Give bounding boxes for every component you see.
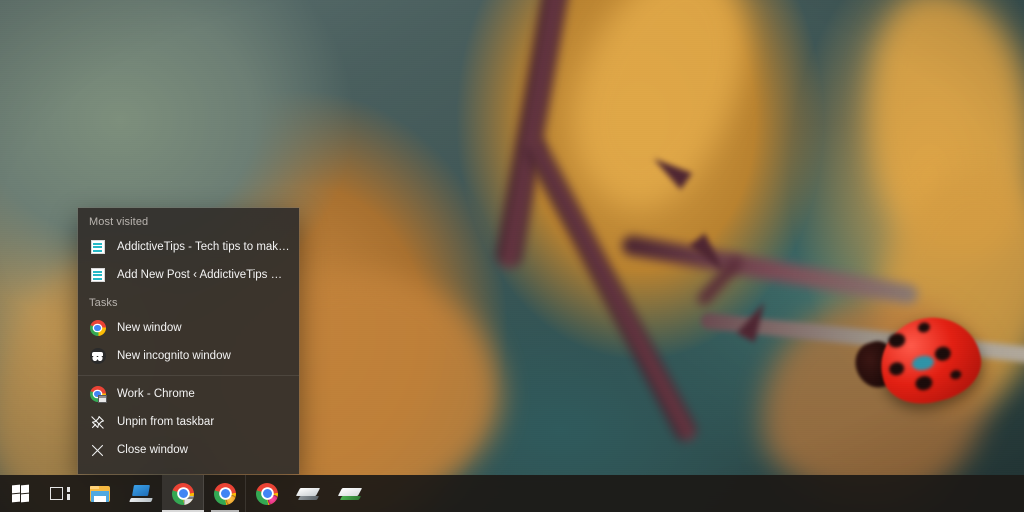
jumplist-section-title-most-visited: Most visited — [89, 216, 149, 228]
jumplist-item-label: AddictiveTips - Tech tips to make you... — [117, 241, 291, 253]
incognito-icon — [89, 348, 106, 365]
jumplist-item-most-visited-1[interactable]: Add New Post ‹ AddictiveTips — Word... — [78, 261, 299, 289]
chrome-button-2[interactable] — [204, 475, 246, 512]
unpin-icon — [89, 414, 106, 431]
close-icon — [89, 442, 106, 459]
addictivetips-favicon — [89, 267, 106, 284]
jumplist-item-unpin-from-taskbar[interactable]: Unpin from taskbar — [78, 408, 299, 436]
chrome-button-3[interactable] — [246, 475, 288, 512]
chrome-window-icon — [172, 482, 194, 505]
jumplist-item-new-incognito-window[interactable]: New incognito window — [78, 342, 299, 370]
book-icon — [295, 486, 321, 501]
jumplist-item-new-window[interactable]: New window — [78, 314, 299, 342]
chrome-orange-icon — [214, 482, 236, 505]
remote-desktop-button[interactable] — [120, 475, 162, 512]
chrome-pink-icon — [256, 482, 278, 505]
chrome-jumplist-menu[interactable]: Most visited AddictiveTips - Tech tips t… — [78, 208, 299, 474]
jumplist-item-label: New incognito window — [117, 350, 231, 362]
jumplist-item-close-window[interactable]: Close window — [78, 436, 299, 464]
file-explorer-icon — [90, 485, 110, 502]
jumplist-item-label: New window — [117, 322, 182, 334]
chrome-window-icon — [89, 386, 107, 403]
windows-logo-icon — [11, 484, 29, 503]
jumplist-item-most-visited-0[interactable]: AddictiveTips - Tech tips to make you... — [78, 233, 299, 261]
jumplist-section-title-tasks: Tasks — [89, 297, 118, 309]
jumplist-item-work-chrome[interactable]: Work - Chrome — [78, 380, 299, 408]
jumplist-item-label: Add New Post ‹ AddictiveTips — Word... — [117, 269, 291, 281]
chrome-icon — [89, 320, 106, 337]
jumplist-item-label: Unpin from taskbar — [117, 416, 215, 428]
book-button-2[interactable] — [330, 475, 372, 512]
jumplist-item-label: Close window — [117, 444, 188, 456]
addictivetips-favicon — [89, 239, 106, 256]
task-view-icon — [50, 486, 70, 502]
chrome-button-1[interactable] — [162, 475, 204, 512]
laptop-icon — [129, 485, 153, 502]
file-explorer-button[interactable] — [80, 475, 120, 512]
book-button-1[interactable] — [288, 475, 330, 512]
start-button[interactable] — [0, 475, 40, 512]
task-view-button[interactable] — [40, 475, 80, 512]
jumplist-item-label: Work - Chrome — [117, 388, 195, 400]
book-green-icon — [337, 486, 363, 501]
taskbar[interactable] — [0, 475, 1024, 512]
